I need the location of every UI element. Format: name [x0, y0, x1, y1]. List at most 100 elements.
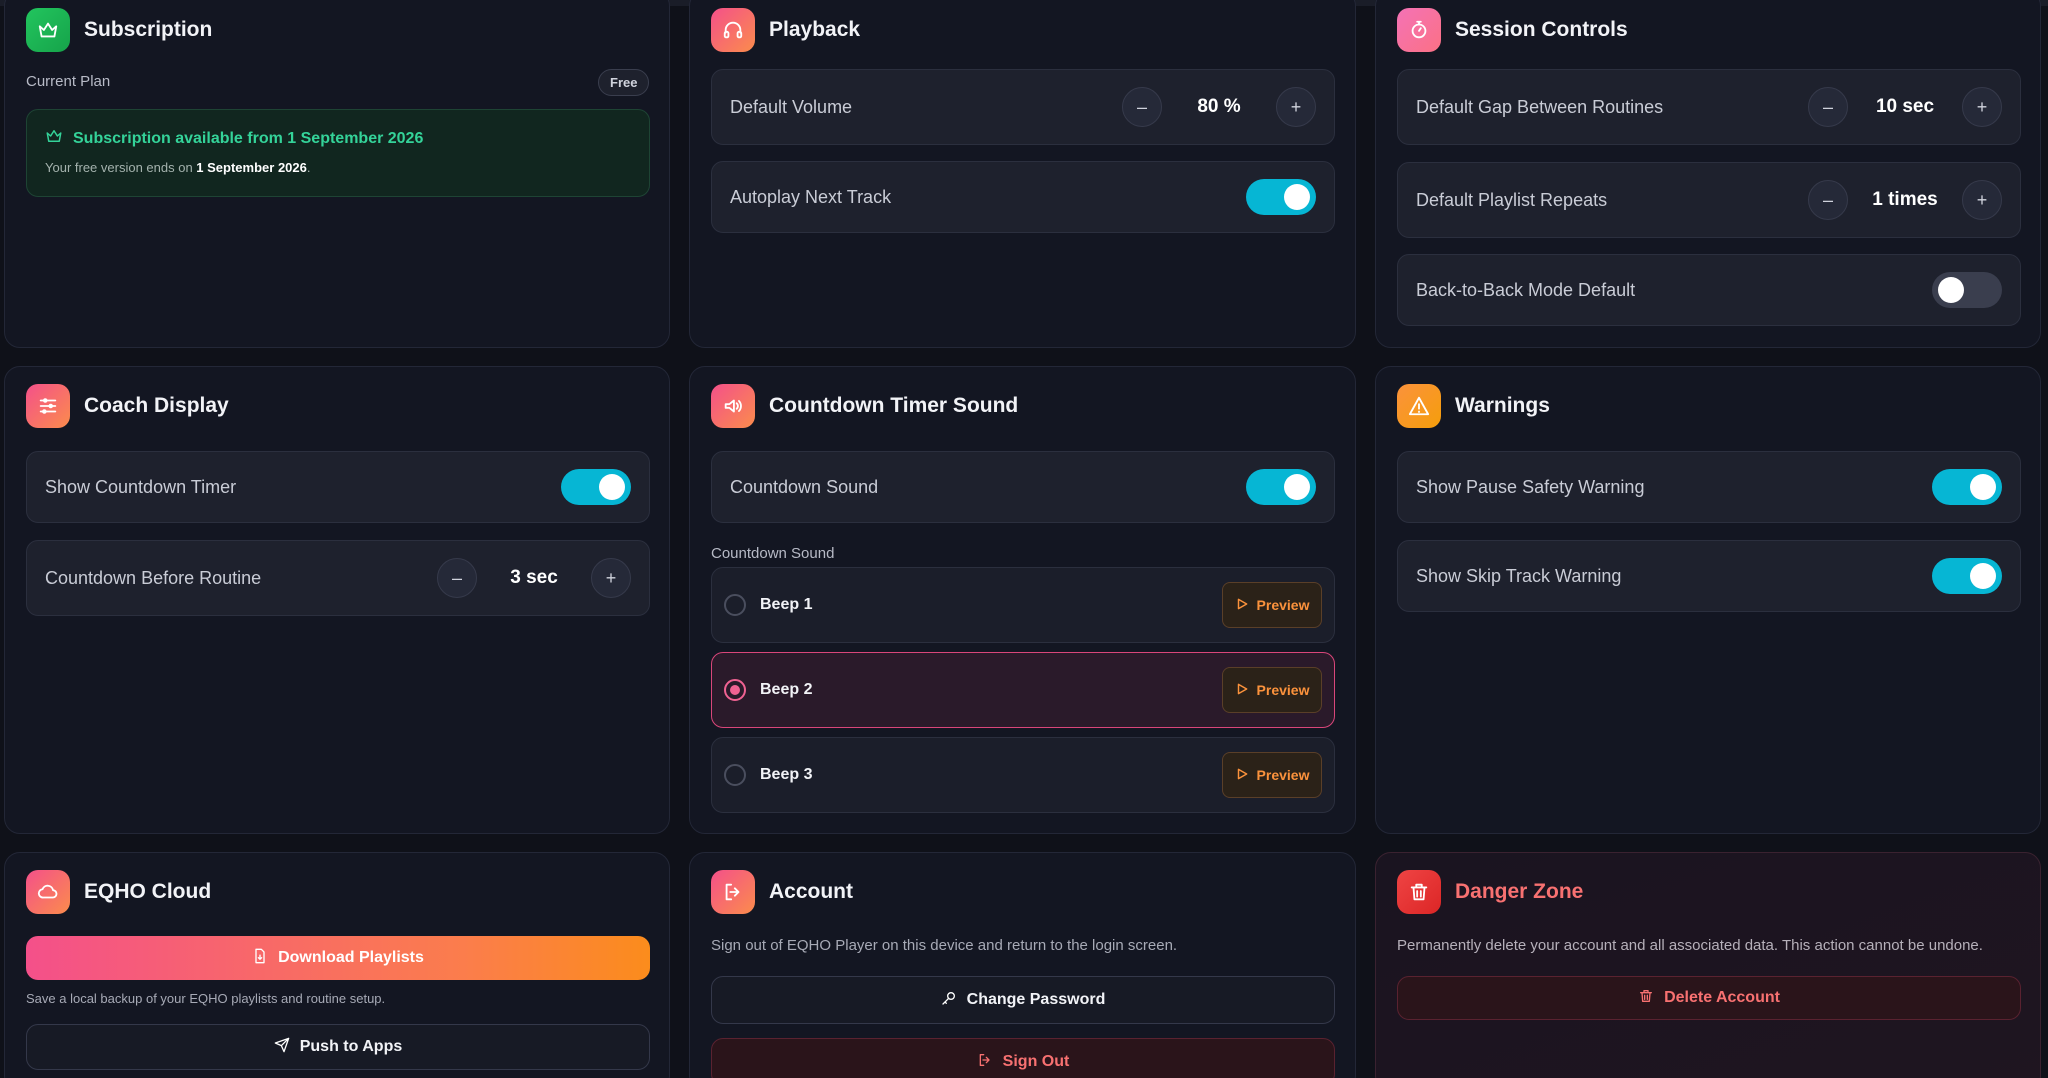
- warning-icon: [1397, 384, 1441, 428]
- sound-option-beep-2[interactable]: Beep 2 Preview: [711, 652, 1335, 728]
- volume-decrease-button[interactable]: –: [1122, 87, 1162, 127]
- preview-beep-2-button[interactable]: Preview: [1222, 667, 1322, 713]
- countdown-stepper: – 3 sec +: [437, 558, 631, 598]
- crown-icon: [45, 127, 63, 150]
- sliders-icon: [26, 384, 70, 428]
- b2b-label: Back-to-Back Mode Default: [1416, 279, 1636, 300]
- change-password-label: Change Password: [966, 991, 1106, 1008]
- play-icon: [1235, 597, 1249, 614]
- pause-warning-toggle[interactable]: [1932, 469, 2002, 505]
- notice-title: Subscription available from 1 September …: [45, 127, 423, 150]
- playback-header: Playback: [711, 8, 860, 52]
- autoplay-row: Autoplay Next Track: [711, 161, 1335, 233]
- preview-label: Preview: [1256, 597, 1310, 613]
- countdown-sound-toggle[interactable]: [1246, 469, 1316, 505]
- trash-icon: [1397, 870, 1441, 914]
- countdown-sound-header: Countdown Timer Sound: [711, 384, 1018, 428]
- gap-label: Default Gap Between Routines: [1416, 96, 1664, 117]
- subscription-card: Subscription Current Plan Free Subscript…: [4, 0, 670, 348]
- sound-option-beep-1[interactable]: Beep 1 Preview: [711, 567, 1335, 643]
- delete-account-label: Delete Account: [1664, 989, 1780, 1006]
- toggle-knob: [1970, 474, 1996, 500]
- volume-increase-button[interactable]: +: [1276, 87, 1316, 127]
- card-title: Coach Display: [84, 394, 229, 417]
- headphones-icon: [711, 8, 755, 52]
- preview-beep-3-button[interactable]: Preview: [1222, 752, 1322, 798]
- logout-icon: [711, 870, 755, 914]
- download-playlists-button[interactable]: Download Playlists: [26, 936, 650, 980]
- key-icon: [941, 990, 957, 1011]
- delete-account-button[interactable]: Delete Account: [1397, 976, 2021, 1020]
- skip-warning-row: Show Skip Track Warning: [1397, 540, 2021, 612]
- sign-out-button[interactable]: Sign Out: [711, 1038, 1335, 1078]
- subscription-header: Subscription: [26, 8, 212, 52]
- gap-increase-button[interactable]: +: [1962, 87, 2002, 127]
- warnings-card: Warnings Show Pause Safety Warning Show …: [1375, 366, 2041, 834]
- sound-option-label: Beep 3: [760, 766, 813, 783]
- file-icon: [252, 948, 268, 969]
- pause-warning-label: Show Pause Safety Warning: [1416, 476, 1645, 497]
- sound-option-beep-3[interactable]: Beep 3 Preview: [711, 737, 1335, 813]
- volume-value: 80 %: [1197, 96, 1241, 117]
- send-icon: [274, 1037, 290, 1058]
- countdown-decrease-button[interactable]: –: [437, 558, 477, 598]
- radio-beep-2[interactable]: [724, 679, 746, 701]
- coach-display-card: Coach Display Show Countdown Timer Count…: [4, 366, 670, 834]
- gap-decrease-button[interactable]: –: [1808, 87, 1848, 127]
- push-to-apps-label: Push to Apps: [299, 1038, 403, 1055]
- speaker-icon: [711, 384, 755, 428]
- preview-label: Preview: [1256, 682, 1310, 698]
- autoplay-toggle[interactable]: [1246, 179, 1316, 215]
- account-header: Account: [711, 870, 853, 914]
- pause-warning-row: Show Pause Safety Warning: [1397, 451, 2021, 523]
- card-title: Danger Zone: [1455, 880, 1584, 903]
- radio-beep-3[interactable]: [724, 764, 746, 786]
- play-icon: [1235, 767, 1249, 784]
- show-timer-toggle[interactable]: [561, 469, 631, 505]
- countdown-sound-toggle-label: Countdown Sound: [730, 476, 879, 497]
- repeats-increase-button[interactable]: +: [1962, 180, 2002, 220]
- default-volume-label: Default Volume: [730, 96, 853, 117]
- toggle-knob: [1938, 277, 1964, 303]
- repeats-decrease-button[interactable]: –: [1808, 180, 1848, 220]
- countdown-sound-toggle-row: Countdown Sound: [711, 451, 1335, 523]
- countdown-increase-button[interactable]: +: [591, 558, 631, 598]
- download-playlists-label: Download Playlists: [278, 949, 424, 966]
- cloud-header: EQHO Cloud: [26, 870, 211, 914]
- countdown-before-label: Countdown Before Routine: [45, 567, 262, 588]
- countdown-before-row: Countdown Before Routine – 3 sec +: [26, 540, 650, 616]
- sign-out-label: Sign Out: [1002, 1053, 1070, 1070]
- change-password-button[interactable]: Change Password: [711, 976, 1335, 1024]
- countdown-sound-card: Countdown Timer Sound Countdown Sound Co…: [689, 366, 1356, 834]
- crown-icon: [26, 8, 70, 52]
- coach-display-header: Coach Display: [26, 384, 229, 428]
- card-title: EQHO Cloud: [84, 880, 212, 903]
- cloud-icon: [26, 870, 70, 914]
- notice-text-prefix: Your free version ends on: [45, 160, 197, 175]
- volume-stepper: – 80 % +: [1122, 87, 1316, 127]
- preview-beep-1-button[interactable]: Preview: [1222, 582, 1322, 628]
- card-title: Playback: [769, 18, 861, 41]
- danger-zone-header: Danger Zone: [1397, 870, 1583, 914]
- danger-zone-card: Danger Zone Permanently delete your acco…: [1375, 852, 2041, 1078]
- push-to-apps-button[interactable]: Push to Apps: [26, 1024, 650, 1070]
- session-controls-card: Session Controls Default Gap Between Rou…: [1375, 0, 2041, 348]
- b2b-toggle[interactable]: [1932, 272, 2002, 308]
- toggle-knob: [1970, 563, 1996, 589]
- notice-text: Your free version ends on 1 September 20…: [45, 160, 311, 175]
- plan-badge: Free: [598, 69, 650, 96]
- autoplay-label: Autoplay Next Track: [730, 186, 892, 207]
- cloud-card: EQHO Cloud Download Playlists Save a loc…: [4, 852, 670, 1078]
- repeats-label: Default Playlist Repeats: [1416, 189, 1608, 210]
- gap-value: 10 sec: [1875, 96, 1935, 117]
- sign-out-icon: [977, 1052, 993, 1073]
- repeats-row: Default Playlist Repeats – 1 times +: [1397, 162, 2021, 238]
- card-title: Countdown Timer Sound: [769, 394, 1019, 417]
- sound-list-label: Countdown Sound: [711, 545, 835, 562]
- show-timer-row: Show Countdown Timer: [26, 451, 650, 523]
- radio-beep-1[interactable]: [724, 594, 746, 616]
- skip-warning-toggle[interactable]: [1932, 558, 2002, 594]
- default-volume-row: Default Volume – 80 % +: [711, 69, 1335, 145]
- card-title: Warnings: [1455, 394, 1550, 417]
- sound-option-label: Beep 1: [760, 596, 813, 613]
